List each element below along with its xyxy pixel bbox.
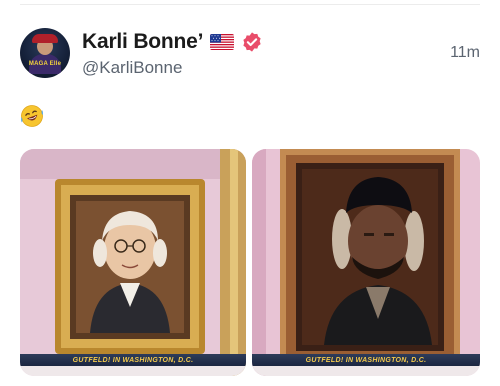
caption-ticker: GUTFELD! IN WASHINGTON, D.C. xyxy=(20,354,246,366)
avatar-text: MAGA Elle xyxy=(28,61,62,67)
post-timestamp[interactable]: 11m xyxy=(450,44,480,62)
author-handle[interactable]: @KarliBonne xyxy=(82,58,182,78)
caption-text: GUTFELD! IN WASHINGTON, D.C. xyxy=(305,356,427,364)
post-image-2[interactable]: GUTFELD! IN WASHINGTON, D.C. xyxy=(252,149,480,376)
caption-text: GUTFELD! IN WASHINGTON, D.C. xyxy=(72,356,194,364)
post-header: MAGA Elle Karli Bonne’ @KarliBonne 11m xyxy=(20,28,480,80)
portrait-painting-1 xyxy=(20,149,246,376)
media-bottom-strip xyxy=(20,366,246,376)
verified-badge-icon xyxy=(241,31,263,53)
portrait-painting-2 xyxy=(252,149,480,376)
media-bottom-strip xyxy=(252,366,480,376)
us-flag-icon xyxy=(210,34,235,50)
author-display-name[interactable]: Karli Bonne’ xyxy=(82,30,203,54)
laughing-emoji-icon xyxy=(20,104,44,128)
caption-ticker: GUTFELD! IN WASHINGTON, D.C. xyxy=(252,354,480,366)
author-name-row: Karli Bonne’ xyxy=(82,30,263,54)
post-image-1[interactable]: GUTFELD! IN WASHINGTON, D.C. xyxy=(20,149,246,376)
top-divider xyxy=(20,4,480,5)
avatar[interactable]: MAGA Elle xyxy=(20,28,70,78)
